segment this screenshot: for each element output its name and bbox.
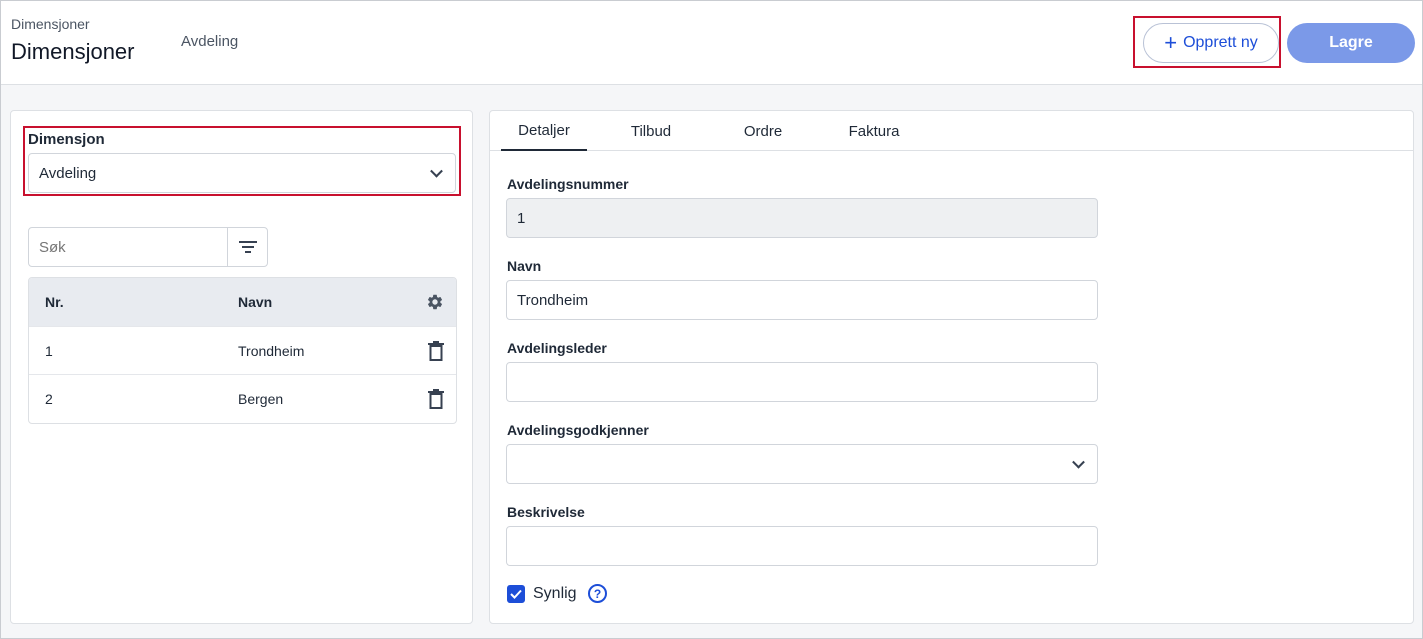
table-row[interactable]: 1 Trondheim: [29, 327, 456, 375]
department-leader-input[interactable]: [506, 362, 1098, 402]
department-number-field: 1: [506, 198, 1098, 238]
dimension-select[interactable]: Avdeling: [28, 153, 456, 193]
help-icon[interactable]: ?: [588, 584, 607, 603]
dimension-select-value: Avdeling: [39, 164, 97, 182]
department-number-label: Avdelingsnummer: [507, 176, 629, 192]
column-header-navn[interactable]: Navn: [238, 294, 272, 310]
table-header-row: Nr. Navn: [29, 278, 456, 327]
dimension-list-panel: Dimensjon Avdeling Nr. Navn 1 Trondheim: [10, 110, 473, 624]
checkmark-icon: [510, 589, 522, 599]
column-header-nr[interactable]: Nr.: [45, 294, 64, 310]
row-nr: 2: [45, 391, 53, 407]
description-label: Beskrivelse: [507, 504, 585, 520]
department-approver-label: Avdelingsgodkjenner: [507, 422, 649, 438]
department-leader-label: Avdelingsleder: [507, 340, 607, 356]
filter-button[interactable]: [227, 227, 268, 267]
dimension-label: Dimensjon: [28, 131, 105, 148]
page-header: Dimensjoner Dimensjoner Avdeling + Oppre…: [1, 1, 1422, 85]
name-value: Trondheim: [517, 291, 589, 309]
breadcrumb[interactable]: Dimensjoner: [11, 16, 90, 32]
description-input[interactable]: [506, 526, 1098, 566]
filter-icon: [238, 241, 257, 253]
details-panel: Detaljer Tilbud Ordre Faktura Avdelingsn…: [489, 110, 1414, 624]
tab-detaljer[interactable]: Detaljer: [501, 111, 587, 151]
row-navn: Trondheim: [238, 342, 305, 359]
name-input[interactable]: Trondheim: [506, 280, 1098, 320]
department-approver-select[interactable]: [506, 444, 1098, 484]
chevron-down-icon: [430, 164, 443, 178]
visible-label: Synlig: [533, 585, 577, 602]
create-new-label: Opprett ny: [1183, 34, 1258, 51]
trash-icon[interactable]: [428, 340, 444, 361]
tab-faktura[interactable]: Faktura: [834, 111, 914, 151]
search-input[interactable]: [28, 227, 228, 267]
page-title: Dimensjoner: [11, 39, 135, 64]
name-label: Navn: [507, 258, 542, 274]
row-nr: 1: [45, 342, 53, 359]
details-tabs: Detaljer Tilbud Ordre Faktura: [490, 111, 1413, 151]
tab-ordre[interactable]: Ordre: [723, 111, 803, 151]
tab-tilbud[interactable]: Tilbud: [611, 111, 691, 151]
create-new-button[interactable]: + Opprett ny: [1143, 23, 1279, 63]
row-navn: Bergen: [238, 391, 284, 407]
visible-checkbox[interactable]: [507, 585, 525, 603]
table-row[interactable]: 2 Bergen: [29, 375, 456, 423]
save-button[interactable]: Lagre: [1287, 23, 1415, 63]
dimension-table: Nr. Navn 1 Trondheim 2 Bergen: [28, 277, 457, 424]
department-number-value: 1: [517, 209, 526, 227]
plus-icon: +: [1164, 30, 1178, 55]
trash-icon[interactable]: [428, 389, 444, 409]
gear-icon[interactable]: [426, 293, 444, 311]
chevron-down-icon: [1072, 455, 1085, 469]
header-tab-avdeling[interactable]: Avdeling: [181, 33, 238, 50]
